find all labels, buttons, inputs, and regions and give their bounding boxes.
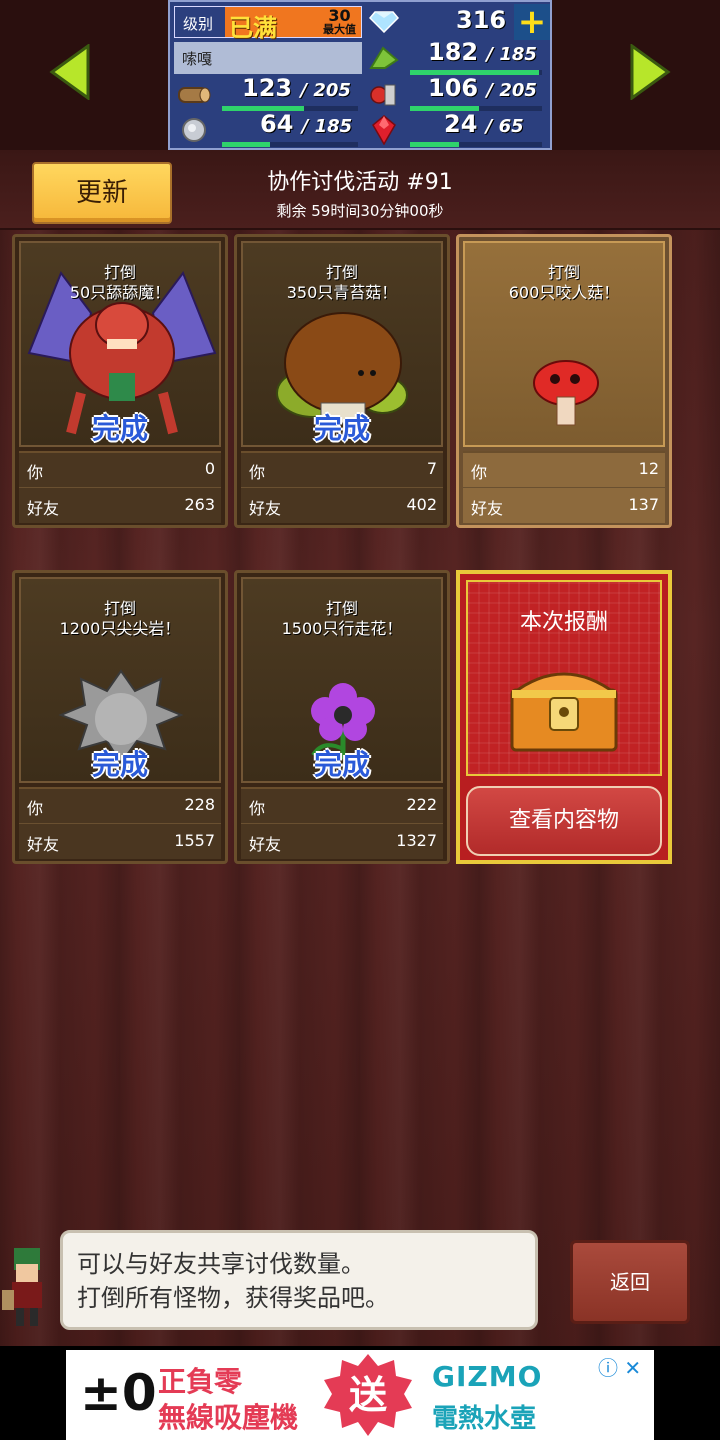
friend-row: 好友 137 xyxy=(471,495,659,518)
done-label: 完成 xyxy=(313,748,370,781)
treasure-chest-icon xyxy=(510,672,618,752)
quest-card-moss-mushroom[interactable]: 打倒 350只青苔菇！ 完成 你7 好友 402 xyxy=(234,234,450,528)
event-remaining-time: 剩余 59时间30分钟00秒 xyxy=(276,202,444,220)
back-button[interactable]: 返回 xyxy=(570,1240,690,1324)
card-stats: 你 222 好友 1327 xyxy=(241,787,443,859)
ad-close-icon[interactable]: ⓘ ✕ xyxy=(598,1352,641,1381)
reward-card: 本次报酬 查看内容物 xyxy=(456,570,672,864)
friend-row: 好友 1557 xyxy=(27,831,215,854)
ore-bar xyxy=(222,142,358,147)
level-value: 已满 xyxy=(229,14,277,42)
done-label: 完成 xyxy=(313,412,370,445)
update-button[interactable]: 更新 xyxy=(32,162,172,224)
ad-banner[interactable]: ±0 正負零 無線吸塵機 送 GIZMO 電熱水壺 ⓘ ✕ xyxy=(0,1346,720,1440)
ad-product: 電熱水壺 xyxy=(432,1404,537,1434)
card-task: 打倒 1200只尖尖岩！ xyxy=(59,599,181,638)
diamond-icon xyxy=(366,6,402,38)
ad-brand: GIZMO xyxy=(432,1360,543,1393)
grass-value: 182 / 185 xyxy=(428,38,537,66)
view-contents-button[interactable]: 查看内容物 xyxy=(466,786,662,856)
food-icon xyxy=(366,78,402,110)
you-row: 你 12 xyxy=(471,459,659,482)
card-stats: 你 228 好友 1557 xyxy=(19,787,221,859)
hint-dialog: 可以与好友共享讨伐数量。 打倒所有怪物，获得奖品吧。 xyxy=(60,1230,538,1330)
you-row: 你 228 xyxy=(27,795,215,818)
card-task: 打倒 350只青苔菇！ xyxy=(286,263,398,302)
diamond-count: 316 xyxy=(456,6,507,34)
ore-value: 64 / 185 xyxy=(260,110,353,138)
hint-line-1: 可以与好友共享讨伐数量。 xyxy=(77,1250,365,1278)
card-stats: 你0 好友 263 xyxy=(19,451,221,523)
card-stats: 你7 好友 402 xyxy=(241,451,443,523)
done-label: 完成 xyxy=(91,412,148,445)
level-label: 级别 xyxy=(183,15,214,33)
event-title: 协作讨伐活动 #91 xyxy=(267,170,453,195)
prev-arrow-icon[interactable] xyxy=(48,43,92,101)
ad-badge-text: 送 xyxy=(349,1373,387,1417)
hint-line-2: 打倒所有怪物，获得奖品吧。 xyxy=(77,1284,389,1312)
ad-text-1: 正負零 xyxy=(158,1365,243,1398)
ruby-value: 24 / 65 xyxy=(444,110,524,138)
food-value: 106 / 205 xyxy=(428,74,537,102)
friend-row: 好友 263 xyxy=(27,495,215,518)
friend-row: 好友 402 xyxy=(249,495,437,518)
ruby-icon xyxy=(366,114,402,146)
quest-card-demon[interactable]: 打倒 50只舔舔魔！ 完成 你0 好友 263 xyxy=(12,234,228,528)
wood-icon xyxy=(176,78,212,110)
ad-content[interactable]: ±0 正負零 無線吸塵機 送 GIZMO 電熱水壺 ⓘ ✕ xyxy=(66,1350,654,1440)
you-row: 你0 xyxy=(27,459,215,482)
add-diamonds-button[interactable]: + xyxy=(514,2,550,42)
ore-icon xyxy=(176,114,212,146)
ruby-bar xyxy=(410,142,542,147)
card-task: 打倒 600只咬人菇！ xyxy=(508,263,620,302)
card-stats: 你 12 好友 137 xyxy=(463,451,665,523)
friend-row: 好友 1327 xyxy=(249,831,437,854)
ad-brand-num: ±0 xyxy=(80,1364,157,1422)
reward-title: 本次报酬 xyxy=(519,610,608,635)
next-arrow-icon[interactable] xyxy=(628,43,672,101)
you-row: 你7 xyxy=(249,459,437,482)
done-label: 完成 xyxy=(91,748,148,781)
level-box: 级别 已满 30 最大值 xyxy=(174,6,362,42)
you-row: 你 222 xyxy=(249,795,437,818)
quest-card-biting-mushroom[interactable]: 打倒 600只咬人菇！ 你 12 好友 137 xyxy=(456,234,672,528)
level-max: 30 最大值 xyxy=(323,6,356,36)
quest-card-spiky-rock[interactable]: 打倒 1200只尖尖岩！ 完成 你 228 好友 1557 xyxy=(12,570,228,864)
grass-icon xyxy=(366,42,402,74)
card-task: 打倒 1500只行走花！ xyxy=(281,599,403,638)
player-name: 嗦嘎 xyxy=(174,42,362,74)
ad-text-2: 無線吸塵機 xyxy=(158,1401,299,1434)
quest-card-walking-flower[interactable]: 打倒 1500只行走花！ 完成 你 222 好友 1327 xyxy=(234,570,450,864)
wood-value: 123 / 205 xyxy=(242,74,351,102)
character-avatar xyxy=(2,1248,42,1326)
card-task: 打倒 50只舔舔魔！ xyxy=(69,263,171,302)
ad-gift-badge: 送 xyxy=(324,1354,412,1436)
stats-panel: 级别 已满 30 最大值 316 + 嗦嘎 182 / 185 123 / 205… xyxy=(168,0,552,150)
